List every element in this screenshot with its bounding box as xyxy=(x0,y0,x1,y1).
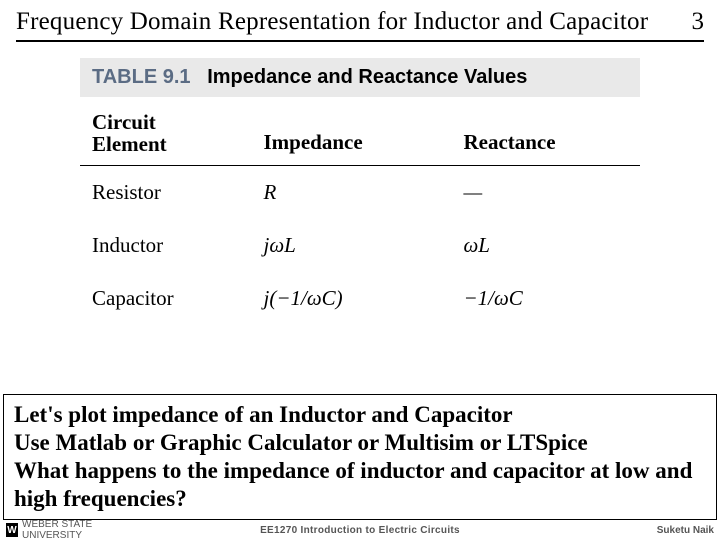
footer-right: Suketu Naik xyxy=(584,525,714,536)
page-number: 3 xyxy=(680,8,705,36)
callout-line: What happens to the impedance of inducto… xyxy=(14,457,706,513)
footer-center: EE1270 Introduction to Electric Circuits xyxy=(136,525,584,536)
table-caption-text: Impedance and Reactance Values xyxy=(207,66,527,88)
slide: Frequency Domain Representation for Indu… xyxy=(0,0,720,540)
slide-title: Frequency Domain Representation for Indu… xyxy=(16,8,680,36)
table-row: Capacitor j(−1/ωC) −1/ωC xyxy=(80,272,640,325)
cell-impedance: j(−1/ωC) xyxy=(252,272,452,325)
table: Circuit Element Impedance Reactance Resi… xyxy=(80,97,640,325)
callout-line: Use Matlab or Graphic Calculator or Mult… xyxy=(14,429,706,457)
cell-reactance: −1/ωC xyxy=(451,272,640,325)
cell-impedance: jωL xyxy=(252,219,452,272)
table-row: Resistor R — xyxy=(80,166,640,220)
logo-icon: W xyxy=(6,523,18,537)
cell-reactance: ωL xyxy=(451,219,640,272)
cell-element: Capacitor xyxy=(80,272,252,325)
footer-left: W WEBER STATE UNIVERSITY xyxy=(6,519,136,540)
table-header-row: Circuit Element Impedance Reactance xyxy=(80,97,640,166)
cell-element: Resistor xyxy=(80,166,252,220)
cell-reactance: — xyxy=(451,166,640,220)
col-header-impedance: Impedance xyxy=(252,97,452,166)
footer-left-text: WEBER STATE UNIVERSITY xyxy=(22,519,136,540)
impedance-table: TABLE 9.1 Impedance and Reactance Values… xyxy=(80,58,640,325)
title-bar: Frequency Domain Representation for Indu… xyxy=(16,8,704,42)
col-header-reactance: Reactance xyxy=(451,97,640,166)
table-caption: TABLE 9.1 Impedance and Reactance Values xyxy=(80,58,640,97)
callout-line: Let's plot impedance of an Inductor and … xyxy=(14,401,706,429)
col-header-element-line1: Circuit xyxy=(92,111,240,133)
table-row: Inductor jωL ωL xyxy=(80,219,640,272)
callout-box: Let's plot impedance of an Inductor and … xyxy=(3,394,717,520)
table-caption-label: TABLE 9.1 xyxy=(92,66,191,88)
cell-element: Inductor xyxy=(80,219,252,272)
cell-impedance: R xyxy=(252,166,452,220)
col-header-element: Circuit Element xyxy=(80,97,252,166)
col-header-element-line2: Element xyxy=(92,133,240,155)
footer: W WEBER STATE UNIVERSITY EE1270 Introduc… xyxy=(0,520,720,540)
